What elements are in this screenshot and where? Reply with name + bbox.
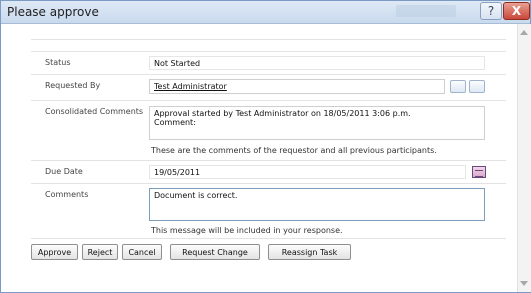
title-bar-background-text xyxy=(396,5,456,17)
status-value: Not Started xyxy=(149,56,485,70)
help-icon: ? xyxy=(487,4,495,18)
approve-button[interactable]: Approve xyxy=(31,244,78,260)
scroll-down-arrow-icon[interactable] xyxy=(520,281,528,286)
window-title: Please approve xyxy=(7,5,99,19)
consolidated-comments-row: Consolidated Comments Approval started b… xyxy=(31,101,506,161)
dialog-content: Status Not Started Requested By Test Adm… xyxy=(1,24,517,292)
address-book-icon[interactable] xyxy=(469,80,485,93)
comments-label: Comments xyxy=(45,190,89,199)
approval-form: Status Not Started Requested By Test Adm… xyxy=(31,39,506,239)
reassign-task-button[interactable]: Reassign Task xyxy=(268,244,351,260)
help-button[interactable]: ? xyxy=(480,2,502,20)
scroll-up-arrow-icon[interactable] xyxy=(520,30,528,35)
calendar-icon[interactable] xyxy=(472,166,486,178)
consolidated-comments-line2: Comment: xyxy=(154,118,196,127)
consolidated-comments-box: Approval started by Test Administrator o… xyxy=(149,106,485,140)
requested-by-label: Requested By xyxy=(45,81,101,90)
comments-textarea[interactable]: Document is correct. xyxy=(149,188,485,221)
vertical-scrollbar[interactable] xyxy=(517,24,531,292)
requested-by-row: Requested By Test Administrator xyxy=(31,75,506,101)
request-change-button[interactable]: Request Change xyxy=(170,244,260,260)
reject-button[interactable]: Reject xyxy=(82,244,118,260)
close-button[interactable]: X xyxy=(503,2,530,20)
consolidated-comments-label: Consolidated Comments xyxy=(45,107,144,116)
status-label: Status xyxy=(45,58,71,67)
due-date-row: Due Date 19/05/2011 xyxy=(31,161,506,184)
requested-by-field[interactable]: Test Administrator xyxy=(149,79,445,94)
form-spacer-row xyxy=(31,40,506,52)
due-date-label: Due Date xyxy=(45,167,83,176)
close-icon: X xyxy=(511,4,522,18)
consolidated-comments-help: These are the comments of the requestor … xyxy=(151,146,437,155)
due-date-field[interactable]: 19/05/2011 xyxy=(149,165,466,179)
approval-dialog: Please approve ? X Status Not Started Re… xyxy=(0,0,531,293)
title-bar: Please approve ? X xyxy=(1,1,530,24)
cancel-button[interactable]: Cancel xyxy=(122,244,162,260)
status-row: Status Not Started xyxy=(31,52,506,75)
check-names-icon[interactable] xyxy=(450,80,466,93)
comments-row: Comments Document is correct. This messa… xyxy=(31,184,506,239)
comments-help: This message will be included in your re… xyxy=(151,226,343,235)
consolidated-comments-line1: Approval started by Test Administrator o… xyxy=(154,109,411,118)
